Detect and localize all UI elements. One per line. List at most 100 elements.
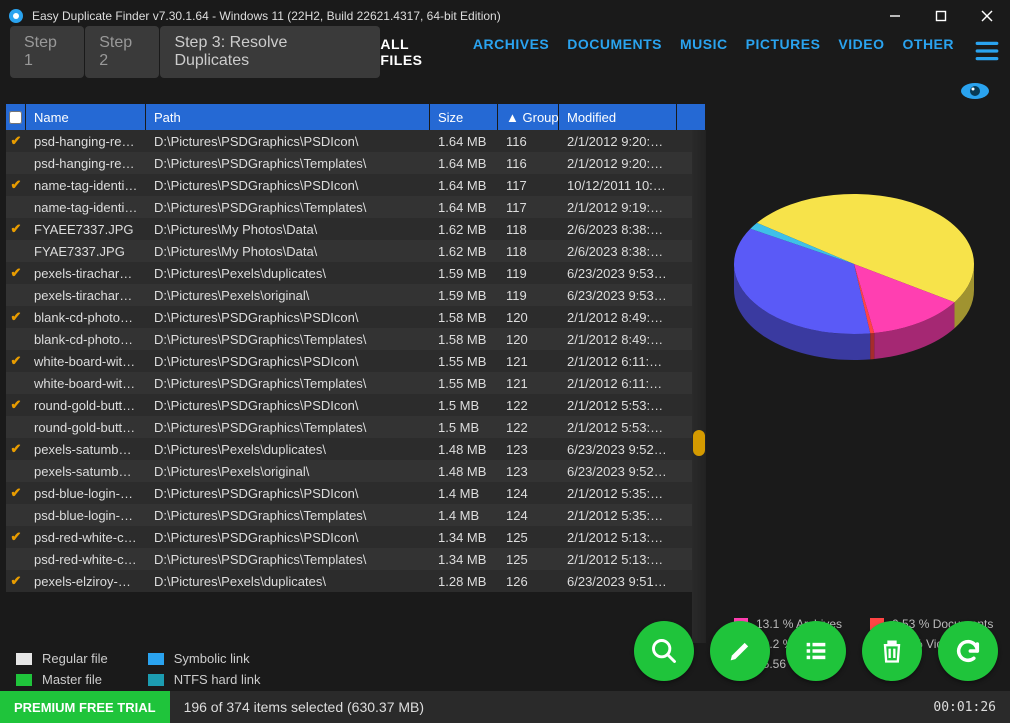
- row-check[interactable]: ✔: [6, 573, 26, 589]
- cell-size: 1.4 MB: [430, 486, 498, 501]
- table-row[interactable]: blank-cd-photosho...D:\Pictures\PSDGraph…: [6, 328, 706, 350]
- table-row[interactable]: ✔white-board-with-...D:\Pictures\PSDGrap…: [6, 350, 706, 372]
- column-name[interactable]: Name: [26, 104, 146, 130]
- list-button[interactable]: [786, 621, 846, 681]
- row-check[interactable]: ✔: [6, 177, 26, 193]
- close-button[interactable]: [964, 0, 1010, 32]
- cell-name: white-board-with-...: [26, 354, 146, 369]
- trial-badge[interactable]: PREMIUM FREE TRIAL: [0, 691, 170, 723]
- row-check[interactable]: ✔: [6, 133, 26, 149]
- cell-group: 118: [498, 222, 559, 237]
- column-checkbox[interactable]: [6, 104, 26, 130]
- scrollbar-thumb[interactable]: [693, 430, 705, 456]
- table-row[interactable]: ✔pexels-tirachard-ku...D:\Pictures\Pexel…: [6, 262, 706, 284]
- row-check[interactable]: ✔: [6, 529, 26, 545]
- cell-name: pexels-satumbo-16...: [26, 442, 146, 457]
- cell-name: name-tag-identifica...: [26, 200, 146, 215]
- ntfs-link-swatch: [148, 674, 164, 686]
- maximize-button[interactable]: [918, 0, 964, 32]
- undo-button[interactable]: [938, 621, 998, 681]
- table-row[interactable]: ✔round-gold-button-...D:\Pictures\PSDGra…: [6, 394, 706, 416]
- filter-documents[interactable]: Documents: [567, 36, 662, 68]
- filter-video[interactable]: Video: [838, 36, 884, 68]
- column-group[interactable]: ▲ Group: [498, 104, 559, 130]
- checkmark-icon: ✔: [11, 133, 22, 149]
- cell-size: 1.64 MB: [430, 156, 498, 171]
- row-check[interactable]: ✔: [6, 485, 26, 501]
- table-row[interactable]: round-gold-button-...D:\Pictures\PSDGrap…: [6, 416, 706, 438]
- table-row[interactable]: name-tag-identifica...D:\Pictures\PSDGra…: [6, 196, 706, 218]
- edit-button[interactable]: [710, 621, 770, 681]
- cell-path: D:\Pictures\My Photos\Data\: [146, 244, 430, 259]
- cell-name: psd-blue-login-box...: [26, 508, 146, 523]
- filter-other[interactable]: Other: [903, 36, 955, 68]
- table-row[interactable]: ✔psd-hanging-red-si...D:\Pictures\PSDGra…: [6, 130, 706, 152]
- results-table: Name Path Size ▲ Group Modified ✔ psd-han…: [6, 104, 706, 691]
- tab-step1[interactable]: Step 1: [10, 26, 84, 78]
- table-row[interactable]: psd-hanging-red-si...D:\Pictures\PSDGrap…: [6, 152, 706, 174]
- table-row[interactable]: pexels-satumbo-16...D:\Pictures\Pexels\o…: [6, 460, 706, 482]
- minimize-button[interactable]: [872, 0, 918, 32]
- row-check[interactable]: ✔: [6, 221, 26, 237]
- sort-indicator-icon: ▲: [506, 110, 519, 125]
- cell-size: 1.34 MB: [430, 530, 498, 545]
- table-row[interactable]: ✔pexels-satumbo-16...D:\Pictures\Pexels\…: [6, 438, 706, 460]
- column-modified[interactable]: Modified: [559, 104, 677, 130]
- select-all-checkbox[interactable]: [9, 111, 22, 124]
- table-row[interactable]: ✔psd-blue-login-box...D:\Pictures\PSDGra…: [6, 482, 706, 504]
- eye-icon[interactable]: [960, 82, 990, 103]
- menu-button[interactable]: [974, 38, 1000, 67]
- table-row[interactable]: FYAE7337.JPGD:\Pictures\My Photos\Data\1…: [6, 240, 706, 262]
- cell-name: psd-hanging-red-si...: [26, 134, 146, 149]
- row-check[interactable]: ✔: [6, 265, 26, 281]
- cell-size: 1.59 MB: [430, 288, 498, 303]
- cell-group: 125: [498, 552, 559, 567]
- tab-step3[interactable]: Step 3: Resolve Duplicates: [160, 26, 380, 78]
- table-row[interactable]: psd-blue-login-box...D:\Pictures\PSDGrap…: [6, 504, 706, 526]
- cell-group: 122: [498, 398, 559, 413]
- row-check[interactable]: ✔: [6, 353, 26, 369]
- cell-group: 121: [498, 376, 559, 391]
- table-row[interactable]: ✔blank-cd-photosho...D:\Pictures\PSDGrap…: [6, 306, 706, 328]
- cell-size: 1.55 MB: [430, 376, 498, 391]
- cell-modified: 6/23/2023 9:51:41...: [559, 574, 677, 589]
- checkmark-icon: ✔: [11, 529, 22, 545]
- filter-archives[interactable]: Archives: [473, 36, 549, 68]
- column-size[interactable]: Size: [430, 104, 498, 130]
- column-path[interactable]: Path: [146, 104, 430, 130]
- table-row[interactable]: white-board-with-...D:\Pictures\PSDGraph…: [6, 372, 706, 394]
- cell-modified: 2/1/2012 9:20:33...: [559, 134, 677, 149]
- cell-path: D:\Pictures\My Photos\Data\: [146, 222, 430, 237]
- scrollbar[interactable]: [692, 130, 706, 643]
- filter-music[interactable]: Music: [680, 36, 728, 68]
- table-row[interactable]: ✔pexels-elziroy-porte...D:\Pictures\Pexe…: [6, 570, 706, 592]
- cell-group: 120: [498, 310, 559, 325]
- row-check[interactable]: ✔: [6, 309, 26, 325]
- table-row[interactable]: psd-red-white-chris...D:\Pictures\PSDGra…: [6, 548, 706, 570]
- tab-step2[interactable]: Step 2: [85, 26, 159, 78]
- row-check[interactable]: ✔: [6, 441, 26, 457]
- table-row[interactable]: ✔name-tag-identifica...D:\Pictures\PSDGr…: [6, 174, 706, 196]
- cell-name: white-board-with-...: [26, 376, 146, 391]
- chart-panel: 13.1 % Archives 0.53 % Documents 49.2 % …: [714, 104, 1010, 691]
- filter-pictures[interactable]: Pictures: [746, 36, 821, 68]
- cell-name: psd-red-white-chris...: [26, 530, 146, 545]
- column-spacer: [677, 104, 706, 130]
- cell-name: blank-cd-photosho...: [26, 332, 146, 347]
- row-check[interactable]: ✔: [6, 397, 26, 413]
- delete-button[interactable]: [862, 621, 922, 681]
- checkmark-icon: ✔: [11, 177, 22, 193]
- table-row[interactable]: pexels-tirachard-ku...D:\Pictures\Pexels…: [6, 284, 706, 306]
- filter-all[interactable]: All files: [380, 36, 455, 68]
- cell-path: D:\Pictures\PSDGraphics\PSDIcon\: [146, 530, 430, 545]
- table-row[interactable]: ✔ psd-red-white-chris...D:\Pictures\PSDGr…: [6, 526, 706, 548]
- table-row[interactable]: ✔FYAEE7337.JPGD:\Pictures\My Photos\Data…: [6, 218, 706, 240]
- cell-modified: 2/1/2012 5:35:32...: [559, 508, 677, 523]
- cell-modified: 6/23/2023 9:52:51...: [559, 464, 677, 479]
- search-button[interactable]: [634, 621, 694, 681]
- cell-path: D:\Pictures\Pexels\original\: [146, 464, 430, 479]
- cell-group: 125: [498, 530, 559, 545]
- cell-group: 123: [498, 464, 559, 479]
- cell-size: 1.48 MB: [430, 464, 498, 479]
- cell-group: 118: [498, 244, 559, 259]
